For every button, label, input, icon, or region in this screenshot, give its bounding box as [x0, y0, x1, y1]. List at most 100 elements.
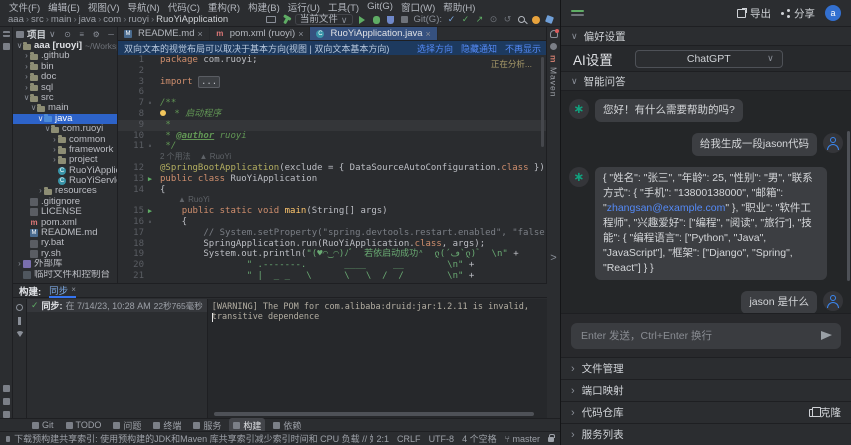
tree-item[interactable]: .gitignore: [13, 197, 117, 207]
filter-icon[interactable]: [16, 331, 24, 337]
gutter[interactable]: 17: [118, 228, 156, 239]
git-update-icon[interactable]: ✓: [447, 14, 456, 25]
project-toolwindow-icon[interactable]: [3, 31, 10, 37]
build-tab-sync[interactable]: 同步×: [49, 284, 76, 298]
folder-toolwindow-icon[interactable]: [3, 43, 10, 50]
commit-toolwindow-icon[interactable]: [3, 385, 10, 392]
gutter[interactable]: 15▶: [118, 206, 156, 217]
run-icon[interactable]: [358, 14, 367, 25]
section-端口映射[interactable]: ›端口映射: [561, 379, 851, 401]
tree-item[interactable]: 临时文件和控制台: [13, 270, 117, 280]
breadcrumb-item[interactable]: com: [103, 14, 121, 25]
gutter[interactable]: 16∘: [118, 217, 156, 228]
close-icon[interactable]: ×: [298, 29, 303, 39]
chat-bubble[interactable]: { "姓名": "张三", "年龄": 25, "性别": "男", "联系方式…: [595, 167, 827, 280]
menu-item[interactable]: 代码(C): [165, 0, 203, 13]
gutter[interactable]: 3: [118, 77, 156, 88]
chevron-down-icon[interactable]: ∨: [37, 114, 44, 124]
menu-item[interactable]: 窗口(W): [398, 0, 438, 13]
settings-gear-icon[interactable]: ⚙: [93, 30, 100, 39]
preferences-section-header[interactable]: ∨ 偏好设置: [561, 27, 851, 46]
gutter[interactable]: 2: [118, 66, 156, 77]
gutter[interactable]: 11∘: [118, 141, 156, 152]
chevron-down-icon[interactable]: ∨: [16, 41, 23, 51]
menu-item[interactable]: 编辑(E): [45, 0, 83, 13]
rerun-icon[interactable]: [16, 304, 23, 311]
tree-item[interactable]: LICENSE: [13, 207, 117, 217]
project-panel-header[interactable]: 项目 ∨ ⊙ ≡ ⚙ ─: [13, 27, 117, 41]
breadcrumb-item[interactable]: aaa: [8, 14, 24, 25]
menu-item[interactable]: 帮助(H): [440, 0, 478, 13]
tree-item[interactable]: MREADME.md: [13, 228, 117, 238]
send-icon[interactable]: [821, 331, 832, 340]
tree-item[interactable]: ∨java: [13, 114, 117, 124]
fold-gutter-icon[interactable]: ∘: [144, 98, 156, 109]
chevron-right-icon[interactable]: ›: [51, 155, 58, 165]
git-push-icon[interactable]: ↗: [475, 14, 484, 25]
lock-icon[interactable]: [548, 437, 554, 442]
qa-section-header[interactable]: ∨ 智能问答: [561, 72, 851, 91]
close-icon[interactable]: ×: [71, 285, 76, 294]
structure-toolwindow-icon[interactable]: [3, 398, 10, 405]
run-gutter-icon[interactable]: ▶: [144, 174, 156, 185]
intention-bulb-icon[interactable]: [160, 110, 166, 116]
notifications-icon[interactable]: [531, 14, 540, 25]
breadcrumb-item[interactable]: java: [79, 14, 96, 25]
bookmarks-toolwindow-icon[interactable]: [3, 411, 10, 418]
menu-hamburger-icon[interactable]: [571, 10, 584, 16]
gutter[interactable]: 20: [118, 260, 156, 271]
tree-item[interactable]: ry.sh: [13, 249, 117, 259]
tree-item[interactable]: ry.bat: [13, 238, 117, 248]
tree-item[interactable]: ›sql: [13, 83, 117, 93]
clone-button[interactable]: 克隆: [809, 405, 841, 420]
menu-item[interactable]: 工具(T): [325, 0, 362, 13]
collapse-chevron-icon[interactable]: >: [550, 252, 556, 264]
collapse-all-icon[interactable]: ≡: [79, 30, 84, 39]
email-link[interactable]: zhangsan@example.com: [607, 202, 726, 214]
model-select-dropdown[interactable]: ChatGPT ∨: [635, 50, 783, 68]
tree-item[interactable]: ›common: [13, 135, 117, 145]
debug-icon[interactable]: [372, 14, 381, 25]
build-console[interactable]: [WARNING] The POM for com.alibaba:druid:…: [208, 299, 547, 419]
export-button[interactable]: 导出: [737, 6, 771, 21]
run-configuration-select[interactable]: 当前文件∨: [295, 14, 353, 25]
tree-item[interactable]: ›resources: [13, 186, 117, 196]
editor-tab[interactable]: mpom.xml (ruoyi)×: [210, 27, 311, 40]
tree-item[interactable]: mpom.xml: [13, 218, 117, 228]
git-history-icon[interactable]: ⊙: [489, 14, 498, 25]
sync-status-row[interactable]: ✓ 同步: 在 7/14/23, 10:28 AM 22秒765毫秒: [27, 299, 207, 312]
indent-size[interactable]: 4 个空格: [462, 432, 497, 445]
notification-bell-icon[interactable]: [550, 30, 558, 38]
chevron-right-icon[interactable]: ›: [23, 72, 30, 82]
git-commit-icon[interactable]: ✓: [461, 14, 470, 25]
gutter[interactable]: 7∘: [118, 98, 156, 109]
menu-item[interactable]: 运行(U): [285, 0, 323, 13]
tree-item[interactable]: ›framework: [13, 145, 117, 155]
search-everywhere-icon[interactable]: [517, 14, 526, 25]
tree-item[interactable]: CRuoYiApplication: [13, 166, 117, 176]
locate-file-icon[interactable]: ⊙: [64, 30, 71, 39]
tree-item[interactable]: ›bin: [13, 62, 117, 72]
user-profile-avatar[interactable]: a: [825, 5, 841, 21]
hide-panel-icon[interactable]: ─: [108, 30, 114, 39]
chevron-right-icon[interactable]: ›: [23, 62, 30, 72]
file-encoding[interactable]: UTF-8: [429, 434, 455, 444]
breadcrumb-item[interactable]: src: [31, 14, 44, 25]
toolwindow-button-git[interactable]: Git: [28, 419, 58, 431]
editor-scrollbar[interactable]: [541, 57, 544, 147]
editor-tab[interactable]: MREADME.md×: [118, 27, 210, 40]
editor-tab[interactable]: CRuoYiApplication.java×: [310, 27, 437, 40]
chevron-right-icon[interactable]: ›: [23, 51, 30, 61]
project-view-chevron-icon[interactable]: ∨: [49, 29, 56, 40]
gutter[interactable]: 1: [118, 55, 156, 66]
maven-toolwindow-button[interactable]: m Maven: [549, 55, 559, 97]
breadcrumb-item[interactable]: ruoyi: [128, 14, 149, 25]
tree-item[interactable]: ›外部库: [13, 259, 117, 269]
git-branch[interactable]: ⑂ master: [505, 434, 540, 444]
git-rollback-icon[interactable]: ↺: [503, 14, 512, 25]
chevron-right-icon[interactable]: ›: [37, 186, 44, 196]
console-hscrollbar[interactable]: [214, 412, 534, 416]
chevron-down-icon[interactable]: ∨: [23, 93, 30, 103]
breadcrumb-item[interactable]: main: [51, 14, 72, 25]
caret-position[interactable]: 2:1: [377, 434, 390, 444]
